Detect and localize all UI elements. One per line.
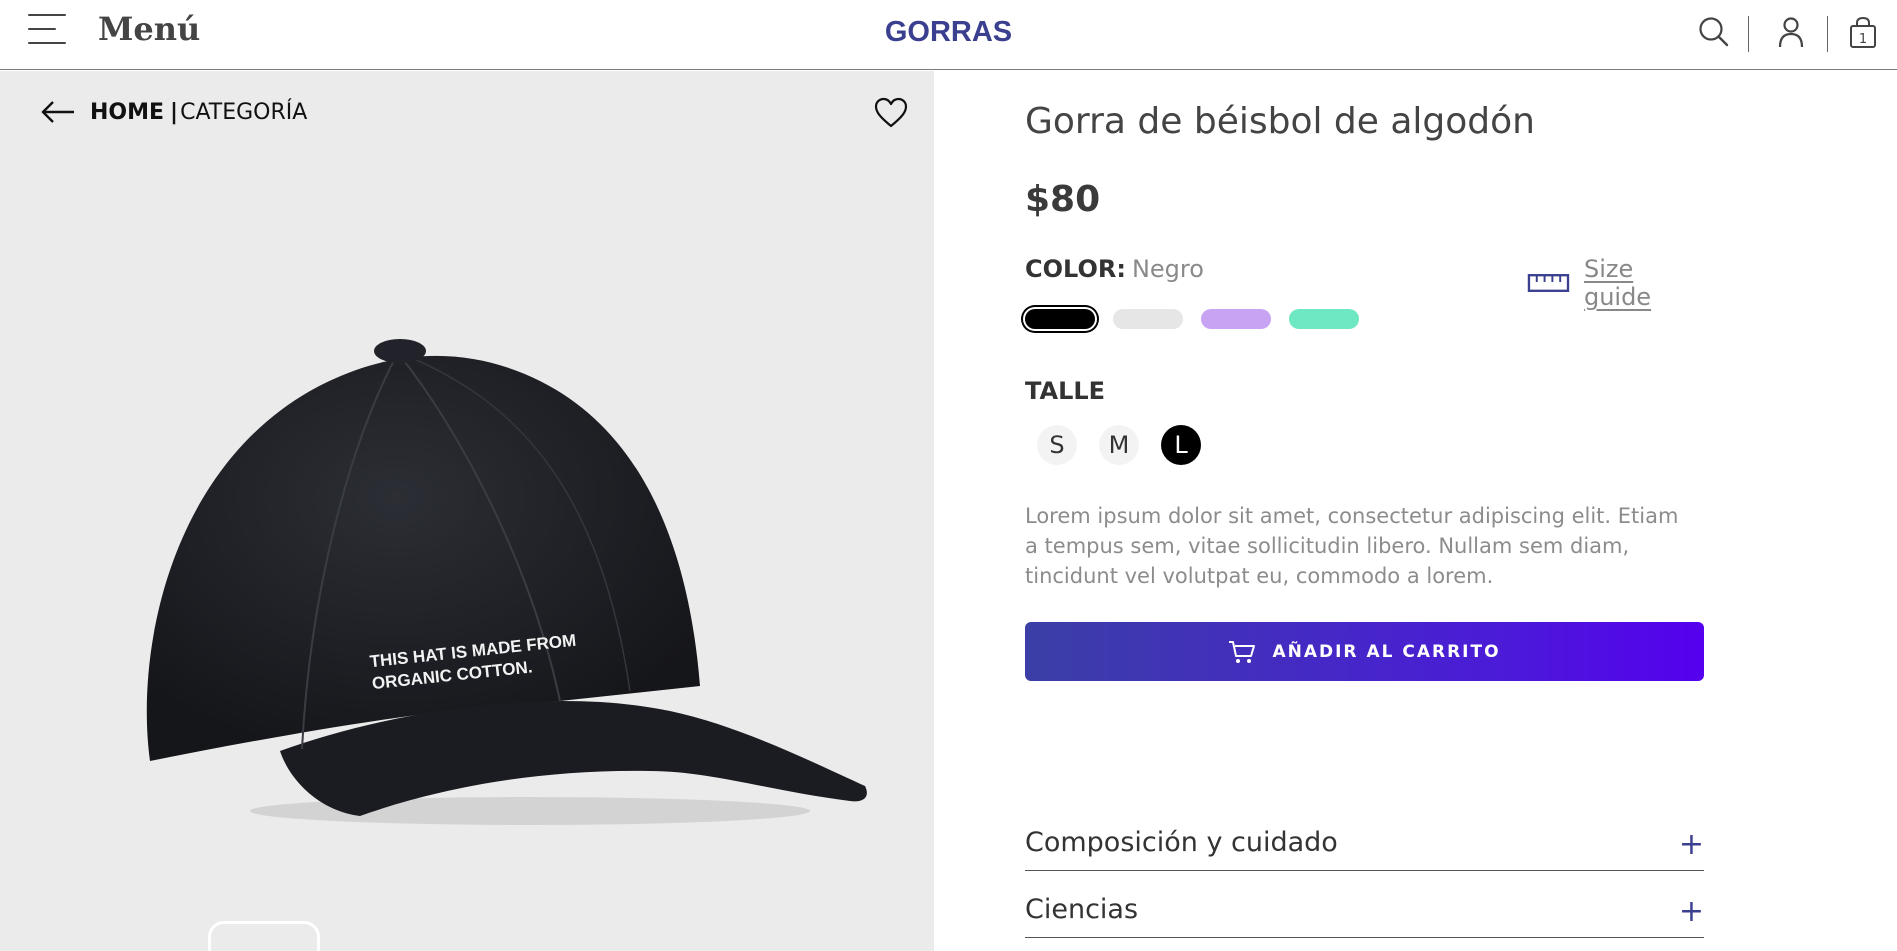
site-header: Menú GORRAS 1 [0, 0, 1897, 70]
product-title: Gorra de béisbol de algodón [1025, 101, 1535, 142]
header-divider [1748, 16, 1749, 52]
add-to-cart-button[interactable]: AÑADIR AL CARRITO [1025, 622, 1704, 681]
color-swatch[interactable] [1025, 309, 1095, 329]
accordion-title: Ciencias [1025, 894, 1139, 925]
size-guide-link[interactable]: Size guide [1527, 255, 1705, 311]
plus-icon[interactable]: + [1679, 897, 1704, 927]
search-icon[interactable] [1696, 14, 1732, 50]
product-image: THIS HAT IS MADE FROM ORGANIC COTTON. [146, 339, 867, 825]
color-label: COLOR: [1025, 255, 1126, 283]
color-row: COLOR: Negro [1025, 255, 1204, 283]
ruler-icon [1527, 274, 1570, 292]
breadcrumb-home[interactable]: HOME [90, 100, 164, 125]
menu-label[interactable]: Menú [98, 10, 200, 48]
header-divider [1827, 16, 1828, 52]
breadcrumb-category[interactable]: CATEGORÍA [180, 100, 307, 125]
size-selector: SML [1037, 425, 1201, 465]
shopping-bag-icon[interactable]: 1 [1845, 14, 1881, 50]
product-description: Lorem ipsum dolor sit amet, consectetur … [1025, 504, 1679, 588]
accordion-ciencias[interactable]: Ciencias + [1025, 878, 1704, 938]
heart-icon[interactable] [874, 97, 908, 129]
size-option[interactable]: L [1161, 425, 1201, 465]
product-price: $80 [1025, 179, 1101, 220]
breadcrumb: HOME | CATEGORÍA [40, 99, 307, 125]
color-swatch[interactable] [1113, 309, 1183, 329]
size-option[interactable]: S [1037, 425, 1077, 465]
gallery-thumbnail[interactable] [208, 921, 320, 951]
menu-icon[interactable] [28, 14, 68, 46]
color-swatches [1025, 309, 1359, 329]
product-gallery: HOME | CATEGORÍA THIS HAT IS MADE FROM O… [0, 71, 934, 951]
user-icon[interactable] [1773, 14, 1809, 50]
color-value: Negro [1131, 255, 1204, 283]
brand-title-wrap: GORRAS [0, 16, 1897, 49]
breadcrumb-separator: | [170, 99, 179, 125]
add-to-cart-label: AÑADIR AL CARRITO [1272, 641, 1501, 662]
size-guide-label[interactable]: Size guide [1584, 255, 1705, 311]
color-swatch[interactable] [1289, 309, 1359, 329]
accordion-title: Composición y cuidado [1025, 827, 1338, 858]
size-label: TALLE [1025, 377, 1106, 405]
cart-count: 1 [1859, 32, 1867, 47]
accordion-composicion[interactable]: Composición y cuidado + [1025, 811, 1704, 871]
color-swatch[interactable] [1201, 309, 1271, 329]
cart-icon [1229, 640, 1256, 663]
size-option[interactable]: M [1099, 425, 1139, 465]
back-arrow-icon[interactable] [40, 99, 76, 125]
plus-icon[interactable]: + [1679, 830, 1704, 860]
brand-title[interactable]: GORRAS [885, 16, 1012, 48]
